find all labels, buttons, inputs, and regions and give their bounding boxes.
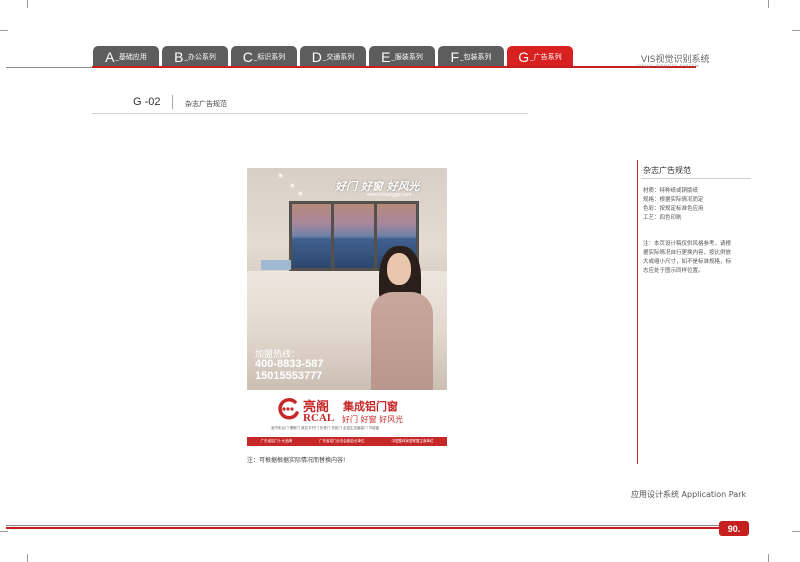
- brand-logo-icon: [278, 398, 299, 420]
- tab-label: 办公系列: [187, 52, 216, 61]
- ceiling-light: [279, 174, 282, 177]
- tab-label: 广告系列: [533, 52, 562, 61]
- brand-slogan: 好门 好窗 好风光: [342, 415, 404, 424]
- section-divider: [172, 95, 173, 109]
- header-rule-red: [92, 66, 696, 68]
- tab-letter: B: [174, 48, 184, 65]
- section-code: G -02: [133, 96, 161, 108]
- section-underline: [92, 113, 528, 114]
- panel-note-line: 大或缩小尺寸，如不是标准规格，标: [643, 259, 732, 265]
- tab-letter: D: [311, 48, 322, 65]
- tab-e-apparel[interactable]: E _ 服装系列: [369, 46, 435, 67]
- tab-label: 基础应用: [118, 52, 147, 61]
- panel-rule: [637, 160, 638, 464]
- tab-letter: C: [242, 48, 253, 65]
- honor-item: 广东省铝门十大品牌: [260, 439, 293, 443]
- tab-d-transport[interactable]: D _ 交通系列: [300, 46, 366, 67]
- panel-note-line: 注：本页设计稿仅供风格参考，请根: [643, 241, 732, 247]
- ceiling-light: [299, 192, 302, 195]
- tab-b-office[interactable]: B _ 办公系列: [162, 46, 228, 67]
- tab-letter: A: [105, 48, 115, 65]
- panel-note-line: 志应处于图示同样位置。: [643, 268, 704, 274]
- spec-material: 材质：特种纸或铜版纸: [643, 188, 699, 194]
- section-title: 杂志广告规范: [185, 100, 227, 108]
- honor-bar: 广东省铝门十大品牌 广东省铝门业协会副会长单位 中国整体家居联盟主席单位: [247, 437, 447, 446]
- hotline-mobile: 15015553777: [255, 370, 323, 382]
- tab-label: 标识系列: [257, 52, 286, 61]
- ad-note: 注：可根据根据实际情况而替换内容!: [247, 457, 346, 464]
- magazine-ad: 好门 好窗 好风光 www.hnliangge.com 加盟热线： 400-88…: [247, 168, 447, 450]
- spec-size: 规格：根据实际情况而定: [643, 197, 704, 203]
- tab-label: 服装系列: [394, 52, 423, 61]
- tab-letter: F: [450, 48, 460, 65]
- window-frame: [331, 201, 334, 271]
- honor-item: 广东省铝门业协会副会长单位: [319, 439, 365, 443]
- spec-color: 色彩：按规定标准色应用: [643, 206, 704, 212]
- spec-process: 工艺：四色印刷: [643, 215, 682, 221]
- header-rule-grey: [6, 67, 92, 68]
- footer-rule-grey: [6, 525, 720, 526]
- tab-g-advertising[interactable]: G _ 广告系列: [507, 46, 573, 67]
- vis-title-en: VISUAL IDENTITY SYSTEM: [637, 63, 699, 68]
- product-list: 室内彩台门 隔断门 推拉平开门 折叠门 衣柜门 全铝生态套装门 节能窗: [271, 426, 380, 430]
- crop-mark: [0, 30, 8, 31]
- tab-f-packaging[interactable]: F _ 包装系列: [438, 46, 504, 67]
- tab-letter: E: [381, 48, 391, 65]
- crop-mark: [768, 0, 769, 8]
- panel-divider: [641, 178, 751, 179]
- panel-title: 杂志广告规范: [643, 166, 691, 175]
- category-tab-bar: A _ 基础应用 B _ 办公系列 C _ 标识系列 D _ 交通系列 E _ …: [93, 46, 573, 67]
- pool: [261, 260, 291, 270]
- crop-mark: [27, 554, 28, 562]
- tab-label: 交通系列: [326, 52, 355, 61]
- tab-a-basic[interactable]: A _ 基础应用: [93, 46, 159, 67]
- brand-product: 集成铝门窗: [343, 400, 398, 413]
- brand-name-en: RCAL: [303, 412, 335, 424]
- crop-mark: [792, 531, 800, 532]
- ad-url: www.hnliangge.com: [367, 192, 412, 198]
- footer-system-label: 应用设计系统 Application Park: [631, 490, 747, 499]
- crop-mark: [792, 30, 800, 31]
- crop-mark: [0, 531, 8, 532]
- ad-brand-block: 亮阁 集成铝门窗 RCAL 好门 好窗 好风光 室内彩台门 隔断门 推拉平开门 …: [247, 390, 447, 450]
- tab-c-signage[interactable]: C _ 标识系列: [231, 46, 297, 67]
- crop-mark: [768, 554, 769, 562]
- footer-rule-red: [6, 527, 720, 529]
- model-face: [387, 253, 411, 285]
- window-frame: [374, 201, 377, 271]
- crop-mark: [27, 0, 28, 8]
- ceiling-light: [291, 184, 294, 187]
- panel-note-line: 据实际情况自行更换内容，按比例放: [643, 250, 732, 256]
- tab-label: 包装系列: [463, 52, 492, 61]
- tab-letter: G: [518, 48, 530, 65]
- model-body: [371, 292, 433, 390]
- page-number: 90.: [719, 521, 749, 536]
- honor-item: 中国整体家居联盟主席单位: [391, 439, 434, 443]
- ad-photo: 好门 好窗 好风光 www.hnliangge.com 加盟热线： 400-88…: [247, 168, 447, 390]
- hotline-number: 400-8833-587: [255, 358, 324, 370]
